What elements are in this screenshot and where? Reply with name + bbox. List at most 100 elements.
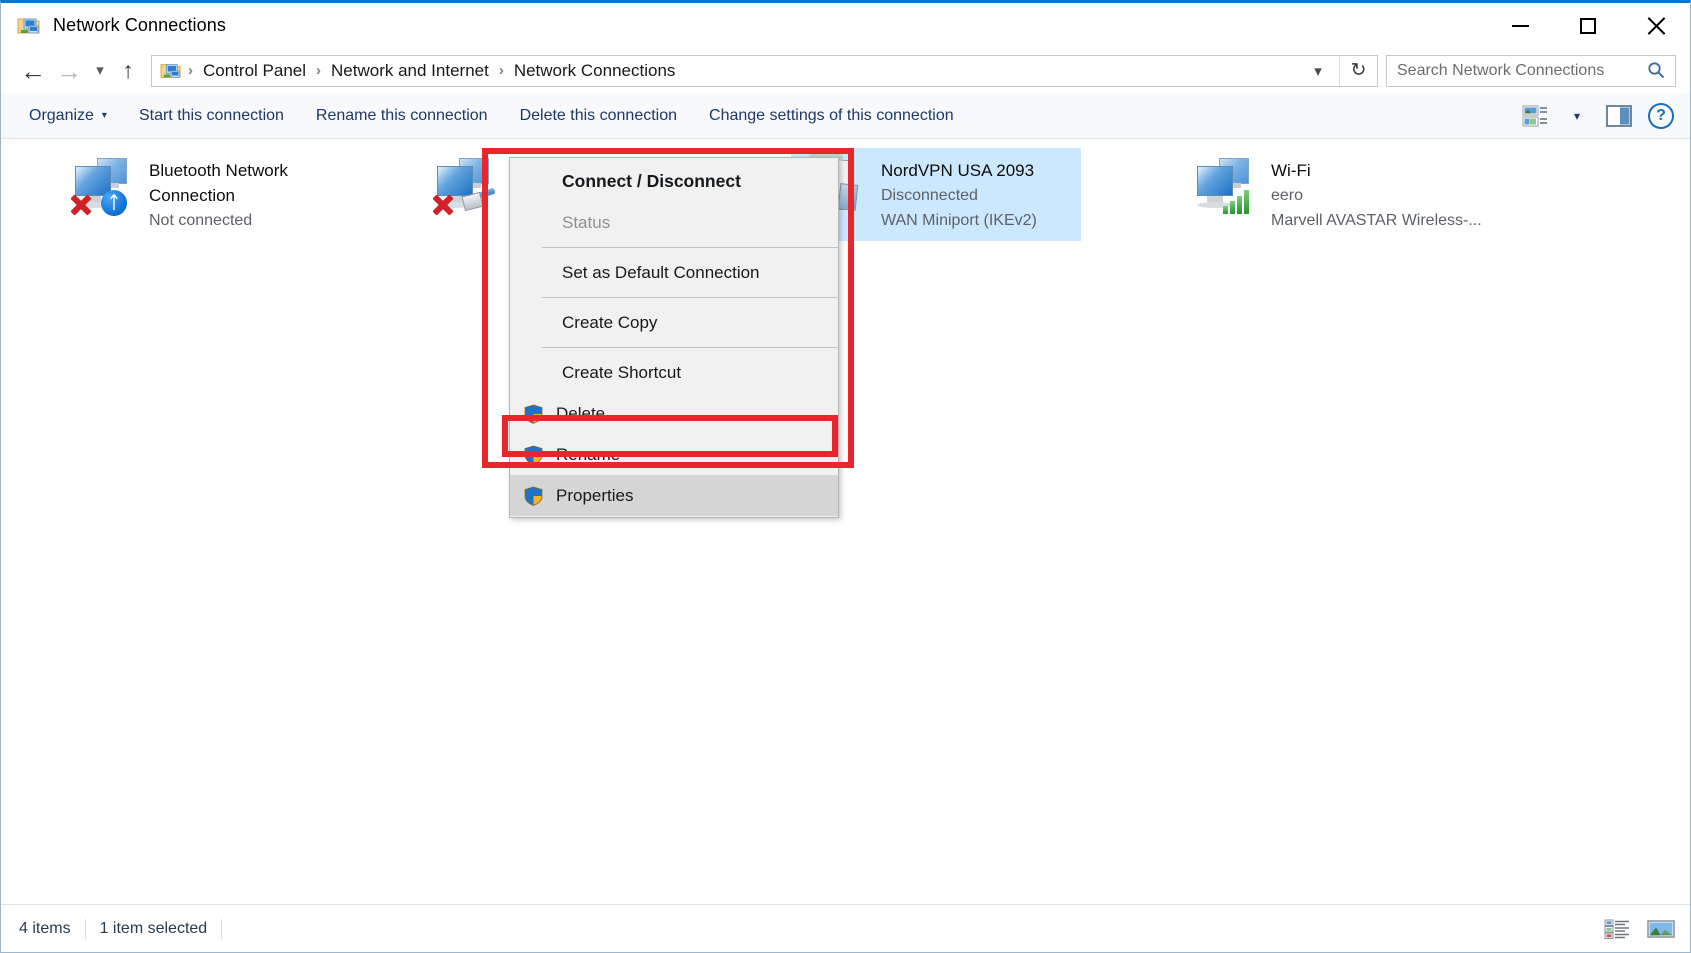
connection-name: Wi-Fi bbox=[1271, 161, 1311, 180]
monitor-pair-icon bbox=[429, 154, 501, 218]
menu-item-delete[interactable]: Delete bbox=[510, 393, 838, 434]
network-connections-window: Network Connections ← → ▾ ↑ › Control Pa… bbox=[0, 0, 1691, 953]
connection-status: eero bbox=[1271, 187, 1304, 204]
breadcrumb-bar[interactable]: › Control Panel › Network and Internet ›… bbox=[151, 54, 1378, 87]
search-box[interactable]: Search Network Connections bbox=[1386, 54, 1676, 87]
help-icon: ? bbox=[1648, 103, 1674, 129]
connection-text-bluetooth: Bluetooth Network Connection Not connect… bbox=[149, 154, 364, 233]
change-settings-of-this-connection-button[interactable]: Change settings of this connection bbox=[693, 99, 970, 133]
status-bar: 4 items 1 item selected bbox=[1, 904, 1690, 952]
breadcrumb-separator: › bbox=[498, 62, 504, 79]
item-count-label: 4 items bbox=[19, 919, 71, 937]
plug-badge bbox=[837, 183, 859, 211]
menu-separator bbox=[542, 347, 838, 348]
breadcrumb-separator: › bbox=[188, 62, 193, 79]
connection-item-wifi[interactable]: Wi-Fi eero Marvell AVASTAR Wireless-... bbox=[1181, 148, 1482, 241]
menu-item-rename[interactable]: Rename bbox=[510, 434, 838, 475]
menu-separator bbox=[542, 297, 838, 298]
start-this-connection-button[interactable]: Start this connection bbox=[123, 99, 300, 133]
connection-status: Disconnected bbox=[881, 187, 978, 204]
close-button[interactable] bbox=[1622, 3, 1690, 48]
connection-text-nordvpn: NordVPN USA 2093 Disconnected WAN Minipo… bbox=[881, 154, 1037, 233]
menu-item-label: Rename bbox=[556, 444, 621, 464]
preview-pane-icon[interactable] bbox=[1598, 98, 1640, 134]
context-menu: Connect / Disconnect Status Set as Defau… bbox=[509, 157, 839, 518]
organize-label: Organize bbox=[29, 106, 94, 124]
signal-bar-1 bbox=[1223, 206, 1228, 214]
minimize-button[interactable] bbox=[1486, 3, 1554, 48]
menu-item-create-copy[interactable]: Create Copy bbox=[510, 302, 838, 343]
recent-locations-button[interactable]: ▾ bbox=[87, 53, 113, 89]
menu-item-create-shortcut[interactable]: Create Shortcut bbox=[510, 352, 838, 393]
forward-button[interactable]: → bbox=[51, 53, 87, 89]
red-x-badge bbox=[69, 192, 93, 216]
menu-item-status[interactable]: Status bbox=[510, 202, 838, 243]
search-icon[interactable] bbox=[1647, 61, 1665, 84]
large-icons-view-icon[interactable] bbox=[1644, 914, 1678, 944]
up-button[interactable]: ↑ bbox=[113, 53, 143, 89]
red-x-badge bbox=[431, 192, 455, 216]
delete-this-connection-button[interactable]: Delete this connection bbox=[504, 99, 693, 133]
window-controls bbox=[1486, 3, 1690, 48]
maximize-button[interactable] bbox=[1554, 3, 1622, 48]
monitor-pair-icon: ᛏ bbox=[67, 154, 139, 218]
title-bar: Network Connections bbox=[1, 3, 1690, 48]
back-button[interactable]: ← bbox=[15, 53, 51, 89]
bluetooth-badge: ᛏ bbox=[101, 190, 127, 216]
menu-item-label: Status bbox=[562, 212, 611, 232]
status-divider bbox=[221, 918, 223, 939]
refresh-button[interactable]: ↻ bbox=[1339, 55, 1377, 86]
breadcrumb-separator: › bbox=[316, 62, 322, 79]
change-view-icon[interactable] bbox=[1514, 98, 1556, 134]
connections-list: ᛏ Bluetooth Network Connection Not conne… bbox=[1, 140, 1690, 904]
breadcrumb-dropdown-button[interactable]: ▾ bbox=[1305, 56, 1331, 86]
close-icon bbox=[1646, 16, 1666, 36]
ethernet-cable-badge bbox=[461, 187, 496, 212]
menu-item-set-as-default-connection[interactable]: Set as Default Connection bbox=[510, 252, 838, 293]
address-bar: ← → ▾ ↑ › Control Panel › Network and In… bbox=[1, 48, 1690, 93]
menu-item-label: Create Copy bbox=[562, 312, 658, 332]
connection-name: NordVPN USA 2093 bbox=[881, 161, 1035, 180]
menu-item-label: Set as Default Connection bbox=[562, 262, 760, 282]
connection-item-bluetooth[interactable]: ᛏ Bluetooth Network Connection Not conne… bbox=[59, 148, 379, 241]
connection-name: Bluetooth Network Connection bbox=[149, 161, 288, 205]
menu-item-label: Properties bbox=[556, 485, 634, 505]
command-bar-right-group: ▾ ? bbox=[1514, 93, 1682, 139]
command-bar: Organize ▾ Start this connection Rename … bbox=[1, 93, 1690, 139]
selection-label: 1 item selected bbox=[99, 919, 208, 937]
signal-bar-2 bbox=[1230, 201, 1235, 214]
rj45-plug bbox=[461, 191, 484, 212]
view-toggle-group bbox=[1600, 914, 1678, 944]
status-divider bbox=[84, 918, 86, 939]
connection-text-wifi: Wi-Fi eero Marvell AVASTAR Wireless-... bbox=[1271, 154, 1482, 233]
menu-item-connect-disconnect[interactable]: Connect / Disconnect bbox=[510, 161, 838, 202]
connection-status: Not connected bbox=[149, 212, 253, 229]
menu-item-label: Connect / Disconnect bbox=[562, 171, 741, 191]
connection-device: WAN Miniport (IKEv2) bbox=[881, 212, 1037, 229]
network-connections-icon bbox=[17, 15, 41, 37]
breadcrumb-icon bbox=[160, 61, 182, 81]
help-button[interactable]: ? bbox=[1640, 98, 1682, 134]
uac-shield-icon bbox=[524, 486, 550, 506]
change-view-dropdown-button[interactable]: ▾ bbox=[1556, 98, 1598, 134]
uac-shield-icon bbox=[524, 404, 550, 424]
window-title: Network Connections bbox=[53, 15, 226, 35]
rename-this-connection-button[interactable]: Rename this connection bbox=[300, 99, 504, 133]
menu-item-properties[interactable]: Properties bbox=[510, 475, 838, 516]
chevron-down-icon: ▾ bbox=[101, 110, 107, 121]
minimize-icon bbox=[1511, 24, 1529, 27]
signal-bars-badge bbox=[1223, 188, 1253, 214]
chevron-down-icon: ▾ bbox=[1573, 109, 1581, 123]
details-view-icon[interactable] bbox=[1600, 914, 1634, 944]
signal-bar-3 bbox=[1237, 196, 1242, 214]
breadcrumb-item-network-connections[interactable]: Network Connections bbox=[510, 61, 680, 81]
uac-shield-icon bbox=[524, 445, 550, 465]
breadcrumb-item-control-panel[interactable]: Control Panel bbox=[199, 61, 310, 81]
menu-item-label: Create Shortcut bbox=[562, 362, 682, 382]
menu-item-label: Delete bbox=[556, 403, 606, 423]
search-input[interactable]: Search Network Connections bbox=[1397, 62, 1604, 80]
menu-separator bbox=[542, 247, 838, 248]
monitor-pair-icon bbox=[1189, 154, 1261, 218]
breadcrumb-item-network-and-internet[interactable]: Network and Internet bbox=[327, 61, 493, 81]
organize-button[interactable]: Organize ▾ bbox=[13, 99, 123, 133]
